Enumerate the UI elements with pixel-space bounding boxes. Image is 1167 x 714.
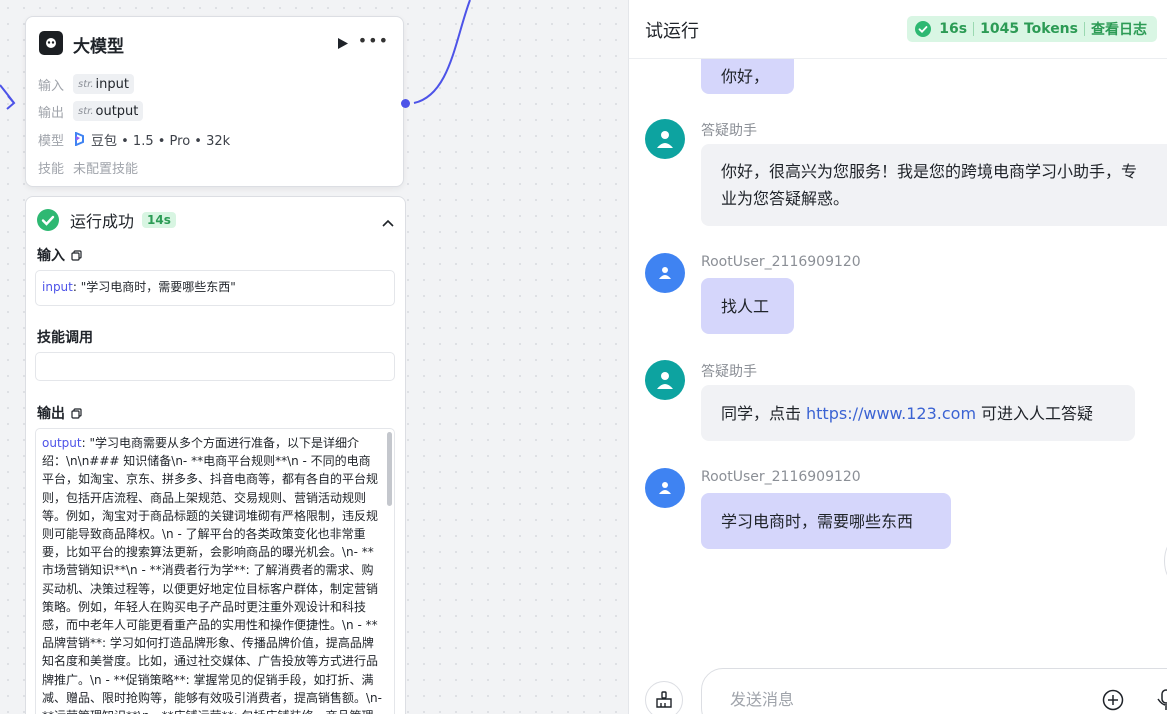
llm-logo-icon — [39, 31, 63, 55]
input-key: input — [42, 280, 73, 294]
panel-header: 试运行 16s 1045 Tokens 查看日志 — [629, 0, 1167, 59]
run-status: 运行成功 — [70, 212, 135, 231]
node-model-row: 模型 豆包 • 1.5 • Pro • 32k — [38, 128, 230, 150]
sender-name: 答疑助手 — [701, 123, 757, 139]
message-composer — [629, 660, 1167, 714]
message-text: 同学，点击 — [721, 403, 802, 423]
bot-avatar — [645, 360, 685, 400]
input-param-name: input — [95, 76, 129, 92]
user-message-bubble: 学习电商时，需要哪些东西 — [701, 493, 951, 549]
output-value: : "学习电商需要从多个方面进行准备，以下是详细介绍：\n\n### 知识储备\… — [42, 436, 382, 714]
input-value-box: input: "学习电商时，需要哪些东西" — [35, 270, 395, 306]
bot-avatar — [645, 119, 685, 159]
message-input-box[interactable] — [701, 668, 1167, 714]
sender-name: RootUser_2116909120 — [701, 469, 861, 485]
sender-name: 答疑助手 — [701, 364, 757, 380]
input-value: : "学习电商时，需要哪些东西" — [72, 280, 236, 294]
llm-node[interactable]: 大模型 ••• 输入 str. input 输出 str. output 模型 — [25, 16, 404, 187]
user-message-bubble: 找人工 — [701, 278, 794, 334]
model-label: 模型 — [38, 133, 65, 149]
message-text: 业为您答疑解惑。 — [721, 189, 850, 208]
input-param-chip: str. input — [73, 74, 134, 94]
bot-message-bubble: 同学，点击 https://www.123.com 可进入人工答疑 — [701, 385, 1135, 441]
run-node-icon[interactable] — [337, 35, 349, 54]
message-text: 你好，很高兴为您服务！我是您的跨境电商学习小助手，专 — [721, 162, 1138, 181]
message-text: 找人工 — [721, 296, 770, 316]
run-duration-badge: 14s — [142, 212, 176, 228]
collapse-chevron-icon[interactable] — [381, 213, 395, 232]
token-count: 1045 Tokens — [980, 21, 1078, 37]
add-attachment-icon[interactable] — [1102, 689, 1124, 714]
view-log-link[interactable]: 查看日志 — [1091, 19, 1147, 39]
input-section-label: 输入 — [37, 245, 82, 265]
type-tag: str. — [78, 78, 94, 90]
message-link[interactable]: https://www.123.com — [806, 400, 976, 427]
output-value-box[interactable]: output: "学习电商需要从多个方面进行准备，以下是详细介绍：\n\n###… — [35, 428, 395, 714]
skill-label: 技能 — [38, 161, 65, 177]
workflow-canvas[interactable]: 大模型 ••• 输入 str. input 输出 str. output 模型 — [0, 0, 628, 714]
run-result-panel: 运行成功 14s 输入 input: "学习电商时，需要哪些东西" 技能调用 输… — [25, 196, 406, 714]
result-header: 运行成功 14s — [36, 207, 395, 233]
run-stats-badge: 16s 1045 Tokens 查看日志 — [907, 16, 1157, 42]
output-label: 输出 — [38, 105, 65, 121]
output-port[interactable] — [401, 99, 410, 108]
message-text: 你好， — [721, 66, 770, 86]
success-check-icon — [37, 209, 59, 231]
skill-value: 未配置技能 — [73, 161, 139, 177]
test-run-panel: 试运行 16s 1045 Tokens 查看日志 你好， 答疑助手 你好，很高兴… — [628, 0, 1167, 714]
success-check-icon — [915, 21, 932, 37]
skill-call-section-label: 技能调用 — [37, 330, 93, 346]
node-input-row: 输入 str. input — [38, 73, 134, 95]
model-value: 豆包 • 1.5 • Pro • 32k — [91, 133, 231, 149]
copy-icon[interactable] — [71, 407, 82, 419]
doubao-model-icon — [75, 132, 84, 146]
broom-icon — [656, 691, 672, 708]
message-text: 学习电商时，需要哪些东西 — [721, 511, 914, 531]
node-header: 大模型 ••• — [38, 29, 391, 57]
copy-icon[interactable] — [71, 249, 82, 261]
more-options-icon[interactable]: ••• — [358, 31, 389, 50]
type-tag: str. — [78, 105, 94, 117]
message-text: 可进入人工答疑 — [981, 403, 1094, 423]
output-scrollbar[interactable] — [387, 432, 392, 506]
sender-name: RootUser_2116909120 — [701, 254, 861, 270]
input-label: 输入 — [38, 78, 65, 94]
node-output-row: 输出 str. output — [38, 100, 144, 122]
output-section-label: 输出 — [37, 403, 82, 423]
message-input[interactable] — [728, 689, 1072, 710]
panel-title: 试运行 — [645, 21, 699, 42]
clear-history-button[interactable] — [645, 681, 683, 714]
user-avatar — [645, 468, 685, 508]
node-title: 大模型 — [73, 37, 124, 57]
output-param-chip: str. output — [73, 101, 144, 121]
microphone-icon[interactable] — [1157, 689, 1167, 714]
output-key: output — [42, 436, 82, 450]
run-time: 16s — [939, 21, 968, 37]
output-param-name: output — [95, 103, 139, 119]
skill-call-box — [35, 352, 395, 381]
bot-message-bubble: 你好，很高兴为您服务！我是您的跨境电商学习小助手，专 业为您答疑解惑。 — [701, 144, 1167, 226]
node-skill-row: 技能 未配置技能 — [38, 156, 138, 178]
output-text: output: "学习电商需要从多个方面进行准备，以下是详细介绍：\n\n###… — [36, 429, 394, 714]
user-avatar — [645, 253, 685, 293]
